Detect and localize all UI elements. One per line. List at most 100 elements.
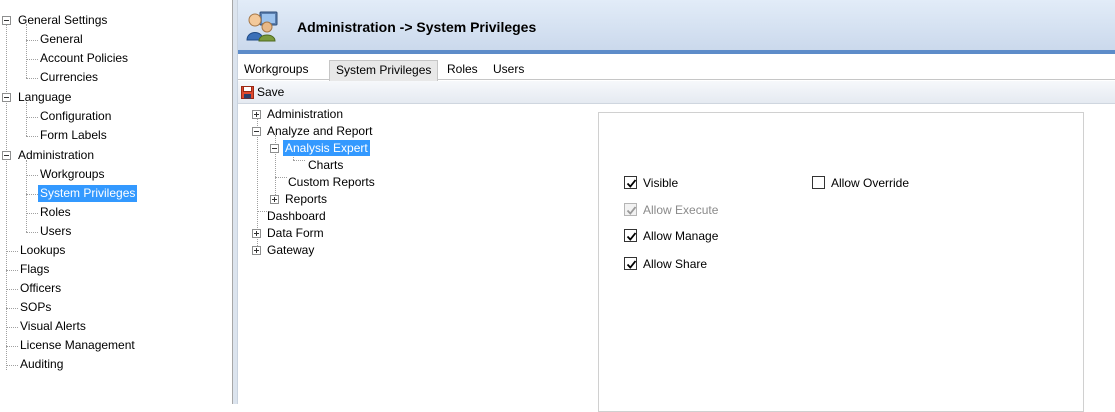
priv-node-label: Dashboard <box>267 209 326 223</box>
allow-manage-checkbox[interactable] <box>624 229 637 242</box>
privilege-tree: Administration Analyze and Report Analys… <box>238 104 578 404</box>
nav-item-workgroups[interactable]: Workgroups <box>0 165 232 184</box>
nav-item-roles[interactable]: Roles <box>0 203 232 222</box>
priv-node-reports[interactable]: Reports <box>270 191 360 208</box>
allow-override-checkbox[interactable] <box>812 176 825 189</box>
expand-icon[interactable] <box>270 195 279 204</box>
nav-tree-body: General Settings General Account Policie… <box>0 0 232 404</box>
expand-icon[interactable] <box>252 229 261 238</box>
nav-item-license-management[interactable]: License Management <box>0 336 232 355</box>
checkmark-icon <box>626 179 637 188</box>
nav-item-label: Lookups <box>20 243 66 257</box>
allow-override-label: Allow Override <box>831 176 910 190</box>
page-title: Administration -> System Privileges <box>297 19 537 35</box>
nav-item-officers[interactable]: Officers <box>0 279 232 298</box>
collapse-icon[interactable] <box>252 127 261 136</box>
priv-node-administration[interactable]: Administration <box>252 106 362 123</box>
priv-node-data-form[interactable]: Data Form <box>252 225 362 242</box>
tab-users[interactable]: Users <box>487 60 530 80</box>
priv-node-custom-reports[interactable]: Custom Reports <box>286 174 396 191</box>
nav-item-general[interactable]: General <box>0 30 232 49</box>
expand-icon[interactable] <box>252 246 261 255</box>
priv-node-label: Charts <box>308 158 344 172</box>
nav-item-label: General <box>40 32 83 46</box>
nav-item-configuration[interactable]: Configuration <box>0 107 232 126</box>
nav-item-label: Visual Alerts <box>20 319 86 333</box>
floppy-disk-icon <box>241 86 254 99</box>
admin-users-icon <box>246 11 278 42</box>
priv-node-label: Custom Reports <box>288 175 375 189</box>
priv-node-label: Reports <box>285 192 328 206</box>
priv-node-analyze-and-report[interactable]: Analyze and Report <box>252 123 382 140</box>
priv-node-label: Data Form <box>267 226 324 240</box>
nav-item-label: Roles <box>40 205 71 219</box>
expand-icon[interactable] <box>252 110 261 119</box>
nav-item-label: Language <box>18 90 72 104</box>
priv-node-label: Analysis Expert <box>283 140 370 156</box>
nav-item-currencies[interactable]: Currencies <box>0 68 232 87</box>
nav-item-general-settings[interactable]: General Settings <box>0 11 232 30</box>
settings-navigation-tree: General Settings General Account Policie… <box>0 0 233 404</box>
visible-checkbox-row[interactable]: Visible <box>624 175 744 191</box>
nav-item-account-policies[interactable]: Account Policies <box>0 49 232 68</box>
collapse-icon[interactable] <box>2 93 11 102</box>
collapse-icon[interactable] <box>2 151 11 160</box>
nav-item-label: SOPs <box>20 300 52 314</box>
nav-item-flags[interactable]: Flags <box>0 260 232 279</box>
save-button-label: Save <box>257 85 285 99</box>
permissions-panel: Visible Allow Override Allow Execute All… <box>598 112 1084 412</box>
allow-manage-checkbox-row[interactable]: Allow Manage <box>624 228 764 244</box>
nav-item-visual-alerts[interactable]: Visual Alerts <box>0 317 232 336</box>
nav-item-form-labels[interactable]: Form Labels <box>0 126 232 145</box>
nav-item-language[interactable]: Language <box>0 88 232 107</box>
allow-manage-label: Allow Manage <box>643 229 719 243</box>
nav-item-label: General Settings <box>18 13 108 27</box>
nav-item-label: Account Policies <box>40 51 129 65</box>
allow-share-checkbox[interactable] <box>624 257 637 270</box>
toolbar: Save <box>238 81 1115 104</box>
tab-workgroups[interactable]: Workgroups <box>238 60 314 80</box>
priv-node-analysis-expert[interactable]: Analysis Expert <box>270 140 380 157</box>
nav-item-label: Auditing <box>20 357 64 371</box>
nav-item-label: System Privileges <box>38 185 138 202</box>
priv-node-gateway[interactable]: Gateway <box>252 242 362 259</box>
nav-item-label: Administration <box>18 148 95 162</box>
allow-share-checkbox-row[interactable]: Allow Share <box>624 256 764 272</box>
nav-item-label: Officers <box>20 281 62 295</box>
allow-execute-checkbox <box>624 203 637 216</box>
priv-node-label: Analyze and Report <box>267 124 373 138</box>
priv-node-dashboard[interactable]: Dashboard <box>252 208 362 225</box>
priv-node-label: Administration <box>267 107 344 121</box>
nav-item-label: Form Labels <box>40 128 107 142</box>
priv-node-charts[interactable]: Charts <box>306 157 366 174</box>
save-button[interactable]: Save <box>241 84 288 101</box>
visible-checkbox[interactable] <box>624 176 637 189</box>
nav-item-label: License Management <box>20 338 135 352</box>
priv-node-label: Gateway <box>267 243 315 257</box>
visible-label: Visible <box>643 176 679 190</box>
allow-override-checkbox-row[interactable]: Allow Override <box>812 175 952 191</box>
nav-item-lookups[interactable]: Lookups <box>0 241 232 260</box>
tab-strip: Workgroups System Privileges Roles Users <box>238 58 1115 81</box>
nav-item-administration[interactable]: Administration <box>0 146 232 165</box>
nav-item-label: Currencies <box>40 70 99 84</box>
allow-share-label: Allow Share <box>643 257 708 271</box>
nav-item-auditing[interactable]: Auditing <box>0 355 232 374</box>
checkmark-icon <box>626 206 637 215</box>
allow-execute-label: Allow Execute <box>643 203 719 217</box>
tab-system-privileges[interactable]: System Privileges <box>329 60 439 81</box>
tab-roles[interactable]: Roles <box>441 60 484 80</box>
nav-item-label: Workgroups <box>40 167 105 181</box>
nav-item-label: Flags <box>20 262 50 276</box>
allow-execute-checkbox-row: Allow Execute <box>624 202 764 218</box>
main-panel: Administration -> System Privileges Work… <box>238 0 1115 412</box>
collapse-icon[interactable] <box>270 144 279 153</box>
page-header: Administration -> System Privileges <box>238 0 1115 54</box>
checkmark-icon <box>626 260 637 269</box>
nav-item-system-privileges[interactable]: System Privileges <box>0 184 232 203</box>
collapse-icon[interactable] <box>2 16 11 25</box>
nav-item-users[interactable]: Users <box>0 222 232 241</box>
nav-item-label: Configuration <box>40 109 112 123</box>
checkmark-icon <box>626 232 637 241</box>
nav-item-sops[interactable]: SOPs <box>0 298 232 317</box>
